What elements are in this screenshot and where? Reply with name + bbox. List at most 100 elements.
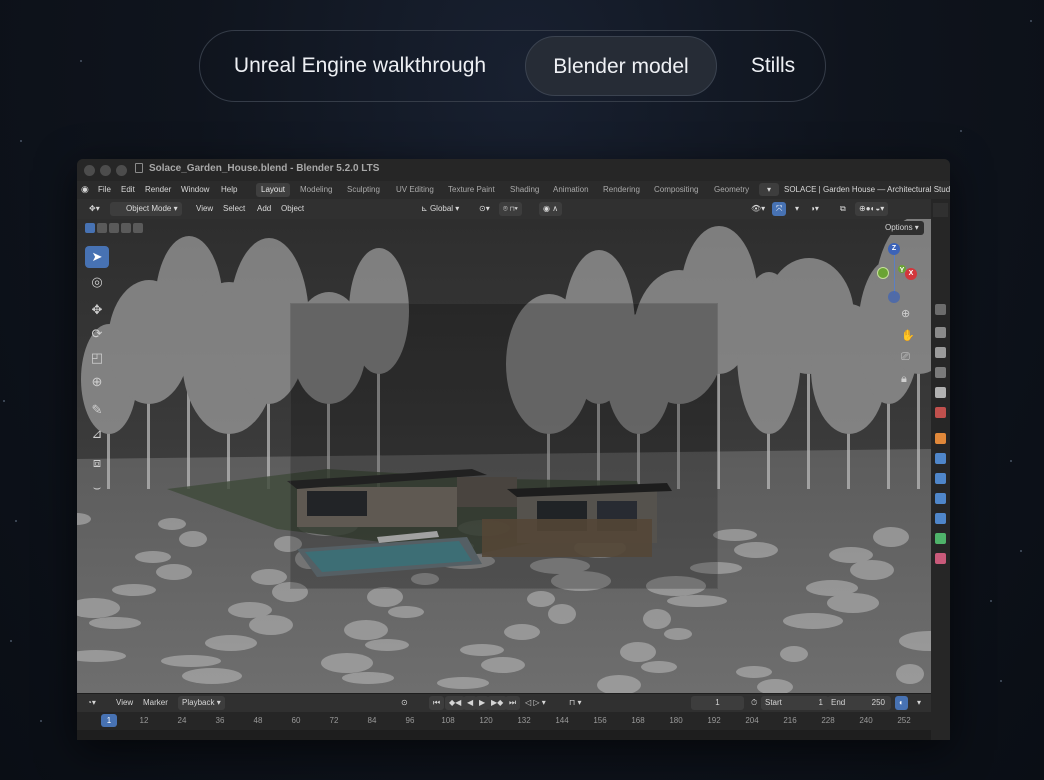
workspace-tab-compositing[interactable]: Compositing bbox=[649, 183, 703, 197]
physics-properties-icon[interactable] bbox=[935, 493, 946, 504]
constraints-properties-icon[interactable] bbox=[935, 513, 946, 524]
move-tool-icon[interactable]: ✥ bbox=[85, 299, 109, 321]
mode-dropdown[interactable]: Object Mode ▾ bbox=[110, 202, 182, 216]
timeline-editor-icon[interactable]: ◔▾ bbox=[83, 696, 100, 710]
gizmo-z-axis-neg[interactable] bbox=[888, 291, 900, 303]
window-title: Solace_Garden_House.blend - Blender 5.2.… bbox=[149, 163, 380, 174]
editor-type-icon[interactable]: ✥▾ bbox=[85, 202, 104, 216]
timeline-menu-marker[interactable]: Marker bbox=[139, 696, 172, 710]
foliage bbox=[367, 587, 403, 607]
pivot-icon[interactable]: ⊙▾ bbox=[475, 202, 494, 216]
orientation-dropdown[interactable]: ⊾ Global ▾ bbox=[417, 202, 463, 216]
select-invert-icon[interactable] bbox=[121, 223, 131, 233]
start-frame-field[interactable]: Start 1 bbox=[761, 696, 829, 710]
camera-view-icon[interactable]: ⎚ bbox=[901, 351, 910, 364]
zoom-window-button[interactable] bbox=[116, 165, 127, 176]
scene-name[interactable]: SOLACE | Garden House — Architectural St… bbox=[784, 185, 950, 194]
select-extend-icon[interactable] bbox=[97, 223, 107, 233]
annotate-tool-icon[interactable]: ✎ bbox=[85, 399, 109, 421]
workspace-tab-animation[interactable]: Animation bbox=[548, 183, 594, 197]
ruler-tick: 180 bbox=[669, 716, 683, 725]
workspace-tab-layout[interactable]: Layout bbox=[256, 183, 291, 197]
timeline-options-icon[interactable]: ▾ bbox=[913, 696, 925, 710]
menu-file[interactable]: File bbox=[98, 185, 111, 194]
overlays-icon[interactable]: ◑▾ bbox=[806, 202, 823, 216]
proportional-editing-icon[interactable]: ◉ ∧ bbox=[539, 202, 563, 216]
scene-selector-icon[interactable]: ▾ bbox=[759, 183, 779, 196]
jump-end-icon[interactable]: ⏭ bbox=[505, 696, 521, 710]
auto-keying-icon[interactable]: ⊓ ▾ bbox=[565, 696, 585, 710]
camera-bind-icon[interactable]: ◐ bbox=[895, 696, 908, 710]
cursor-tool-icon[interactable]: ◎ bbox=[85, 271, 109, 293]
tab-blender-model[interactable]: Blender model bbox=[525, 36, 717, 96]
viewport-menu-view[interactable]: View bbox=[192, 202, 217, 216]
workspace-tab-sculpting[interactable]: Sculpting bbox=[342, 183, 385, 197]
gizmo-y-axis-neg[interactable] bbox=[877, 267, 889, 279]
workspace-tab-uv-editing[interactable]: UV Editing bbox=[391, 183, 439, 197]
select-subtract-icon[interactable] bbox=[109, 223, 119, 233]
visibility-icon[interactable]: 👁▾ bbox=[747, 202, 769, 216]
menu-edit[interactable]: Edit bbox=[121, 185, 135, 194]
lock-icon[interactable]: 🔒︎ bbox=[901, 373, 907, 386]
data-properties-icon[interactable] bbox=[935, 533, 946, 544]
rotate-tool-icon[interactable]: ⟳ bbox=[85, 323, 109, 345]
zoom-icon[interactable]: ⊕ bbox=[901, 307, 910, 320]
current-frame-field[interactable]: 1 bbox=[691, 696, 744, 710]
workspace-tab-shading[interactable]: Shading bbox=[505, 183, 544, 197]
timeline-menu-view[interactable]: View bbox=[112, 696, 137, 710]
workspace-tab-texture-paint[interactable]: Texture Paint bbox=[443, 183, 500, 197]
viewport-menu-select[interactable]: Select bbox=[219, 202, 249, 216]
clock-icon[interactable]: ⏱ bbox=[747, 696, 761, 710]
shading-modes-icon[interactable]: ⊕●◐◒▾ bbox=[855, 202, 889, 216]
particles-properties-icon[interactable] bbox=[935, 473, 946, 484]
add-cube-tool-icon[interactable]: ⧈ bbox=[85, 452, 109, 474]
playback-dropdown[interactable]: Playback ▾ bbox=[178, 696, 225, 710]
gizmo-dropdown-icon[interactable]: ▾ bbox=[791, 202, 803, 216]
minimize-window-button[interactable] bbox=[100, 165, 111, 176]
viewport-menu-add[interactable]: Add bbox=[253, 202, 275, 216]
viewport-menu-object[interactable]: Object bbox=[277, 202, 308, 216]
view-layer-icon[interactable] bbox=[935, 367, 946, 378]
gizmo-toggle-icon[interactable]: ⤧ bbox=[772, 202, 787, 216]
workspace-tab-rendering[interactable]: Rendering bbox=[598, 183, 645, 197]
workspace-tab-modeling[interactable]: Modeling bbox=[295, 183, 337, 197]
scene-properties-icon[interactable] bbox=[935, 387, 946, 398]
options-dropdown[interactable]: Options ▾ bbox=[880, 221, 924, 235]
measure-tool-icon[interactable]: ⊿ bbox=[85, 423, 109, 445]
workspace-tab-geometry[interactable]: Geometry bbox=[709, 183, 754, 197]
timeline-ruler[interactable]: 1 12 24 36 48 60 72 84 96 108 120 132 144 156 168 180 1… bbox=[77, 712, 931, 730]
menu-help[interactable]: Help bbox=[221, 185, 237, 194]
current-frame-marker[interactable]: 1 bbox=[101, 714, 117, 727]
transform-tool-icon[interactable]: ⊕ bbox=[85, 371, 109, 393]
output-properties-icon[interactable] bbox=[935, 347, 946, 358]
object-properties-icon[interactable] bbox=[935, 433, 946, 444]
tab-stills[interactable]: Stills bbox=[735, 31, 811, 101]
menu-window[interactable]: Window bbox=[181, 185, 209, 194]
modifier-properties-icon[interactable] bbox=[935, 453, 946, 464]
close-window-button[interactable] bbox=[84, 165, 95, 176]
gizmo-z-axis[interactable]: Z bbox=[888, 243, 900, 255]
tab-unreal-walkthrough[interactable]: Unreal Engine walkthrough bbox=[220, 31, 500, 101]
pan-hand-icon[interactable]: ✋ bbox=[901, 329, 915, 342]
record-icon[interactable]: ⊙ bbox=[397, 696, 412, 710]
xray-icon[interactable]: ⧉ bbox=[836, 202, 850, 216]
snap-icon[interactable]: ⌾ ⊓▾ bbox=[499, 202, 522, 216]
tool-properties-icon[interactable] bbox=[935, 304, 946, 315]
select-tool-icon[interactable]: ➤ bbox=[85, 246, 109, 268]
keying-icons[interactable]: ◁ ▷ ▾ bbox=[521, 696, 550, 710]
extrude-tool-icon[interactable]: ⌣ bbox=[85, 477, 109, 499]
material-properties-icon[interactable] bbox=[935, 553, 946, 564]
start-label: Start bbox=[765, 698, 782, 707]
menu-render[interactable]: Render bbox=[145, 185, 171, 194]
select-new-icon[interactable] bbox=[85, 223, 95, 233]
end-frame-field[interactable]: End 250 bbox=[827, 696, 891, 710]
3d-viewport[interactable]: ➤ ◎ ✥ ⟳ ◰ ⊕ ✎ ⊿ ⧈ ⌣ Options ▾ Z Y X ⊕ ✋ … bbox=[77, 219, 931, 693]
blender-logo-icon[interactable]: ◉ bbox=[81, 184, 89, 195]
gizmo-x-axis[interactable]: X bbox=[905, 268, 917, 280]
world-properties-icon[interactable] bbox=[935, 407, 946, 418]
render-properties-icon[interactable] bbox=[935, 327, 946, 338]
jump-start-icon[interactable]: ⏮ bbox=[429, 696, 445, 710]
navigation-gizmo[interactable]: Z Y X bbox=[872, 241, 922, 303]
select-intersect-icon[interactable] bbox=[133, 223, 143, 233]
scale-tool-icon[interactable]: ◰ bbox=[85, 347, 109, 369]
